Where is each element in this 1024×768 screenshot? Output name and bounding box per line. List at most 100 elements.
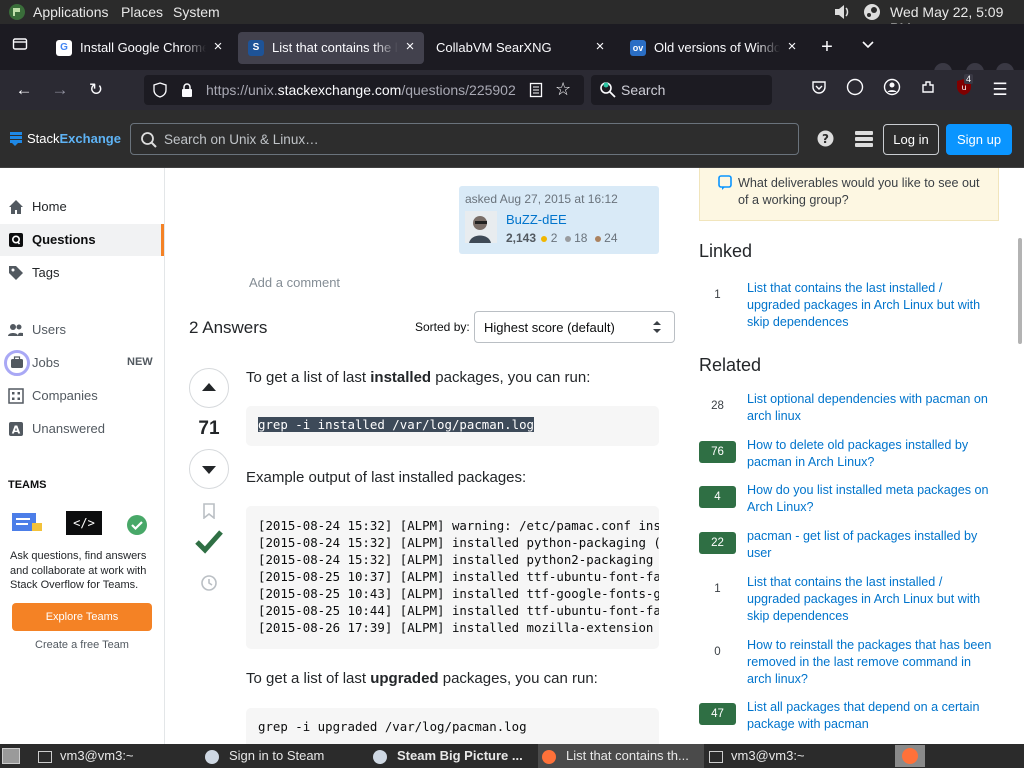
extensions-icon[interactable] (916, 78, 940, 102)
related-question-link[interactable]: How do you list installed meta packages … (747, 482, 997, 516)
reader-view-icon[interactable] (529, 82, 543, 101)
taskbar-label: Steam Big Picture ... (397, 748, 523, 763)
pocket-icon[interactable] (807, 78, 831, 102)
steam-tray-icon[interactable] (863, 3, 881, 24)
site-logo[interactable]: StackExchange (27, 131, 121, 146)
container-icon[interactable] (843, 78, 867, 102)
svg-text:u: u (961, 83, 966, 92)
add-comment-link[interactable]: Add a comment (249, 275, 340, 290)
tab-list-installed[interactable]: S List that contains the last installed … (238, 32, 424, 64)
url-path: /questions/225902 (401, 82, 516, 98)
page-scrollbar-thumb[interactable] (1018, 238, 1022, 344)
distro-logo-icon[interactable] (8, 3, 26, 21)
nav-companies[interactable]: Companies (0, 380, 164, 412)
url-text[interactable]: https://unix.stackexchange.com/questions… (206, 82, 516, 98)
user-avatar[interactable] (465, 211, 497, 243)
firefox-view-icon[interactable] (8, 36, 32, 60)
tab-install-chrome[interactable]: G Install Google Chrome × (46, 32, 232, 64)
question-answer-count: 22 (699, 532, 736, 554)
url-domain: stackexchange.com (277, 82, 402, 98)
code-block-3[interactable]: grep -i upgraded /var/log/pacman.log (246, 708, 659, 744)
nav-jobs[interactable]: Jobs NEW (0, 347, 164, 379)
close-tab-icon[interactable]: × (210, 38, 226, 56)
briefcase-icon (4, 350, 30, 376)
nav-questions[interactable]: Questions (0, 224, 164, 256)
system-menu[interactable]: System (173, 4, 220, 20)
site-switcher-icon[interactable] (855, 131, 873, 150)
taskbar-item-terminal-1[interactable]: vm3@vm3:~ (38, 744, 200, 768)
nav-tags[interactable]: Tags (0, 257, 164, 289)
related-question-link[interactable]: List that contains the last installed / … (747, 574, 997, 625)
upvote-button[interactable] (189, 368, 229, 408)
code-block-1[interactable]: grep -i installed /var/log/pacman.log (246, 406, 659, 446)
workspace-switcher[interactable] (895, 745, 925, 767)
history-icon[interactable] (200, 574, 218, 595)
nav-users[interactable]: Users (0, 314, 164, 346)
search-engine-icon[interactable] (599, 81, 617, 102)
ublock-icon[interactable]: u 4 (952, 74, 976, 102)
firefox-workspace-icon (902, 748, 918, 764)
check-illustration-icon (126, 514, 148, 539)
applications-menu[interactable]: Applications (33, 4, 109, 20)
help-icon[interactable]: ? (817, 130, 834, 150)
taskbar-item-firefox[interactable]: List that contains th... (538, 744, 704, 768)
sort-select-value: Highest score (default) (484, 320, 615, 335)
nav-home-label: Home (32, 199, 67, 214)
bookmark-icon[interactable] (202, 503, 216, 522)
related-question-link[interactable]: List optional dependencies with pacman o… (747, 391, 997, 425)
show-desktop-icon[interactable] (2, 748, 20, 764)
log-in-button[interactable]: Log in (883, 124, 939, 155)
places-menu[interactable]: Places (121, 4, 163, 20)
tab-strip: G Install Google Chrome × S List that co… (0, 24, 1024, 81)
explore-teams-button[interactable]: Explore Teams (12, 603, 152, 631)
close-tab-icon[interactable]: × (592, 38, 608, 56)
code-block-2[interactable]: [2015-08-24 15:32] [ALPM] warning: /etc/… (246, 506, 659, 649)
related-question-link[interactable]: List that contains the last installed / … (747, 280, 997, 331)
ov-favicon-icon: ov (630, 40, 646, 56)
sign-up-button[interactable]: Sign up (946, 124, 1012, 155)
new-badge: NEW (127, 356, 153, 368)
list-all-tabs-icon[interactable] (856, 35, 880, 59)
downvote-button[interactable] (189, 449, 229, 489)
related-question-link[interactable]: How to reinstall the packages that has b… (747, 637, 997, 688)
tab-collabvm-searxng[interactable]: CollabVM SearXNG × (428, 32, 614, 64)
tab-title: CollabVM SearXNG (436, 40, 588, 55)
sort-select[interactable]: Highest score (default) (474, 311, 675, 343)
taskbar-item-steam-signin[interactable]: Sign in to Steam (205, 744, 367, 768)
bookmark-star-icon[interactable]: ☆ (555, 80, 571, 98)
tab-title: Install Google Chrome (80, 40, 206, 55)
meta-post-link[interactable]: What deliverables would you like to see … (738, 175, 988, 209)
related-question-link[interactable]: List all packages that depend on a certa… (747, 699, 997, 733)
taskbar-item-steam-bigpicture[interactable]: Steam Big Picture ... (373, 744, 533, 768)
account-icon[interactable] (880, 78, 904, 102)
steam-icon (373, 749, 387, 764)
reload-icon[interactable]: ↻ (84, 78, 108, 102)
related-question-link[interactable]: How to delete old packages installed by … (747, 437, 997, 471)
related-question-link[interactable]: pacman - get list of packages installed … (747, 528, 997, 562)
nav-unanswered[interactable]: A Unanswered (0, 413, 164, 445)
url-bar[interactable]: https://unix.stackexchange.com/questions… (144, 75, 584, 105)
nav-home[interactable]: Home (0, 191, 164, 223)
logo-stack: Stack (27, 131, 60, 146)
hamburger-menu-icon[interactable]: ☰ (988, 78, 1012, 102)
new-tab-icon[interactable]: + (815, 35, 839, 59)
tab-old-windows[interactable]: ov Old versions of Windows × (620, 32, 806, 64)
navigation-toolbar: ← → ↻ https://unix.stackexchange.com/que… (0, 70, 1024, 110)
site-search-input[interactable]: Search on Unix & Linux… (130, 123, 799, 155)
nav-unanswered-label: Unanswered (32, 421, 105, 436)
forward-icon[interactable]: → (48, 78, 72, 102)
volume-icon[interactable] (833, 3, 851, 24)
user-name-link[interactable]: BuZZ-dEE (506, 212, 567, 227)
nav-jobs-label: Jobs (32, 355, 60, 370)
lock-icon[interactable] (180, 82, 194, 101)
close-tab-icon[interactable]: × (784, 38, 800, 56)
shield-icon[interactable] (152, 82, 168, 101)
stackexchange-logo-icon[interactable] (10, 132, 22, 149)
close-tab-icon[interactable]: × (402, 38, 418, 56)
search-bar[interactable]: Search (591, 75, 772, 105)
create-team-link[interactable]: Create a free Team (12, 639, 152, 651)
back-icon[interactable]: ← (12, 78, 36, 102)
google-favicon-icon: G (56, 40, 72, 56)
taskbar-item-terminal-2[interactable]: vm3@vm3:~ (709, 744, 871, 768)
nav-questions-label: Questions (32, 232, 96, 247)
